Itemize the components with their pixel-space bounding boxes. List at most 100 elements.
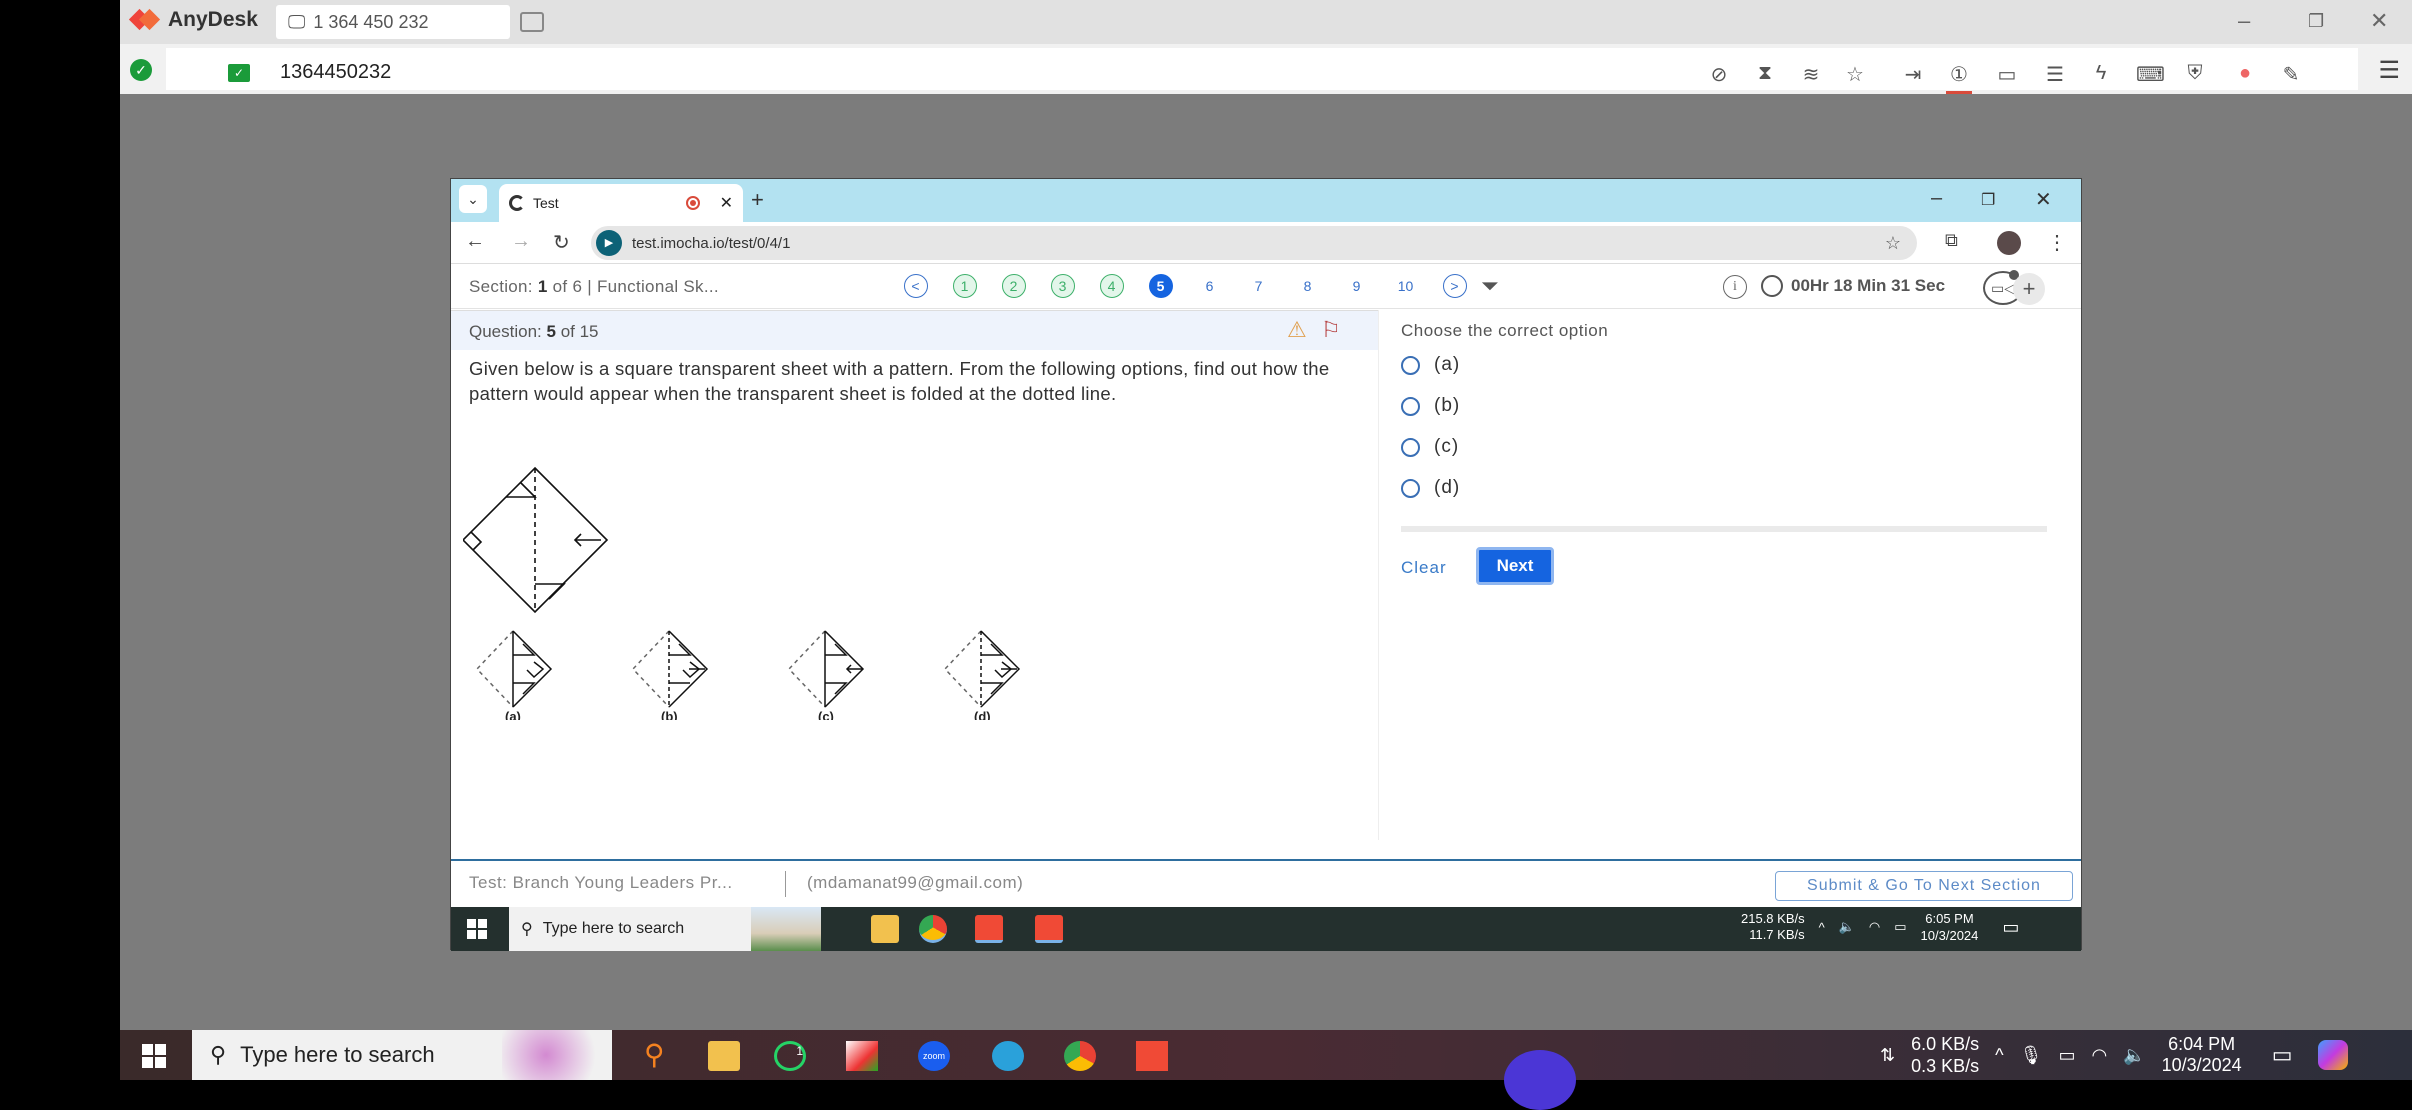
anydesk-taskbar-icon[interactable] <box>1136 1041 1168 1071</box>
bookmark-star-icon[interactable]: ☆ <box>1885 233 1901 254</box>
browser-menu-icon[interactable]: ⋮ <box>2047 230 2067 255</box>
chat-icon[interactable]: ☰ <box>2042 62 2068 87</box>
report-warning-icon[interactable]: ⚠ <box>1287 317 1307 343</box>
next-question-button[interactable]: > <box>1430 273 1479 299</box>
option-d[interactable]: (d) <box>1401 477 1460 499</box>
option-b[interactable]: (b) <box>1401 395 1460 417</box>
star-icon[interactable]: ☆ <box>1842 62 1868 87</box>
battery-icon[interactable]: ▭ <box>1894 919 1906 935</box>
option-c[interactable]: (c) <box>1401 436 1459 458</box>
pen-icon[interactable]: ✎ <box>2278 62 2304 87</box>
minimize-button[interactable]: – <box>2238 8 2250 34</box>
radio-d[interactable] <box>1401 478 1420 498</box>
display-icon[interactable]: ▭ <box>1994 62 2020 87</box>
browser-close-button[interactable]: ✕ <box>2035 187 2052 212</box>
file-explorer-icon[interactable] <box>871 915 899 943</box>
microphone-icon[interactable]: 🎙 <box>2020 1045 2043 1066</box>
site-info-icon[interactable]: ▶ <box>596 230 622 256</box>
wifi-icon[interactable]: ◠ <box>2091 1045 2107 1066</box>
flag-question-icon[interactable]: ⚐ <box>1321 317 1341 343</box>
option-a[interactable]: (a) <box>1401 354 1460 376</box>
anydesk-taskbar-icon[interactable] <box>975 915 1003 943</box>
whatsapp-icon[interactable]: 1 <box>774 1041 806 1071</box>
browser-minimize-button[interactable]: – <box>1931 187 1942 210</box>
remote-clock[interactable]: 6:05 PM 10/3/2024 <box>1921 910 1979 944</box>
profile-avatar[interactable] <box>1997 231 2021 255</box>
tab-search-dropdown[interactable]: ⌄ <box>459 185 487 213</box>
question-nav-item[interactable]: 7 <box>1234 273 1283 299</box>
windows-start-icon[interactable] <box>142 1044 166 1068</box>
privacy-icon[interactable]: ⊘ <box>1706 62 1732 87</box>
stopwatch-icon <box>1761 275 1783 297</box>
new-tab-button[interactable]: + <box>751 187 764 213</box>
battery-icon[interactable]: ▭ <box>2058 1045 2075 1066</box>
database-icon[interactable]: ≋ <box>1798 62 1824 87</box>
record-icon[interactable]: ● <box>2232 62 2258 85</box>
info-icon[interactable]: i <box>1723 275 1747 299</box>
new-session-button[interactable] <box>520 12 544 32</box>
hamburger-menu-icon[interactable]: ☰ <box>2378 56 2400 85</box>
back-icon[interactable]: ← <box>465 230 485 253</box>
remote-date: 10/3/2024 <box>1920 928 1979 943</box>
question-nav-item[interactable]: 10 <box>1381 273 1430 299</box>
address-bar[interactable]: ▶ test.imocha.io/test/0/4/1 ☆ <box>591 226 1917 260</box>
lightning-icon[interactable]: ϟ <box>2088 62 2114 85</box>
question-navigator: <1 2 3 4 5 6 7 8 9 10 > ⏷ <box>891 273 1499 299</box>
forward-icon[interactable]: → <box>511 230 531 253</box>
anydesk-taskbar-icon-2[interactable] <box>1035 915 1063 943</box>
extensions-icon[interactable]: ⧉ <box>1945 230 1958 251</box>
notifications-icon[interactable]: ▭ <box>2002 917 2019 938</box>
close-tab-icon[interactable]: ✕ <box>720 193 733 213</box>
telegram-icon[interactable] <box>992 1041 1024 1071</box>
floating-bubble[interactable] <box>1504 1050 1576 1110</box>
prev-question-button[interactable]: < <box>891 273 940 299</box>
radio-c[interactable] <box>1401 437 1420 457</box>
windows-start-icon[interactable] <box>467 919 487 939</box>
option-a-figure <box>475 630 553 708</box>
copilot-icon[interactable] <box>2318 1040 2349 1070</box>
tray-chevron-icon[interactable]: ^ <box>1995 1045 2003 1066</box>
question-nav-item[interactable]: 4 <box>1087 273 1136 299</box>
radio-b[interactable] <box>1401 396 1420 416</box>
question-nav-item[interactable]: 9 <box>1332 273 1381 299</box>
file-explorer-icon[interactable] <box>708 1041 740 1071</box>
question-nav-item[interactable]: 8 <box>1283 273 1332 299</box>
next-button[interactable]: Next <box>1476 547 1554 585</box>
volume-icon[interactable]: 🔈 <box>1839 919 1855 935</box>
reload-icon[interactable]: ↻ <box>553 230 570 255</box>
zoom-icon[interactable]: zoom <box>918 1041 950 1071</box>
local-search-box[interactable]: ⚲ Type here to search <box>192 1030 612 1080</box>
hourglass-icon[interactable]: ⧗ <box>1752 62 1778 85</box>
file-transfer-icon[interactable]: ⇥ <box>1900 62 1926 87</box>
volume-icon[interactable]: 🔈 <box>2123 1045 2145 1066</box>
remote-net-up: 11.7 KB/s <box>1749 927 1805 942</box>
restore-button[interactable]: ❐ <box>2308 11 2324 32</box>
question-nav-item[interactable]: 6 <box>1185 273 1234 299</box>
question-nav-item[interactable]: 2 <box>989 273 1038 299</box>
monitor-1-icon[interactable]: ① <box>1946 62 1972 94</box>
anydesk-session-tab[interactable]: 🖵 1 364 450 232 <box>276 5 510 39</box>
tray-chevron-icon[interactable]: ^ <box>1819 920 1825 935</box>
local-clock[interactable]: 6:04 PM 10/3/2024 <box>2162 1034 2242 1076</box>
radio-a[interactable] <box>1401 355 1420 375</box>
expand-plus-button[interactable]: + <box>2013 273 2045 305</box>
question-nav-item[interactable]: 1 <box>940 273 989 299</box>
clear-button[interactable]: Clear <box>1401 558 1447 578</box>
question-nav-item[interactable]: 5 <box>1136 273 1185 299</box>
shield-icon[interactable]: ⛨ <box>2182 62 2208 85</box>
chrome-icon[interactable] <box>1064 1041 1096 1071</box>
close-button[interactable]: ✕ <box>2370 8 2388 34</box>
keyboard-icon[interactable]: ⌨ <box>2136 62 2165 87</box>
remote-search-box[interactable]: ⚲ Type here to search <box>509 907 821 951</box>
browser-tab[interactable]: Test ✕ <box>499 184 743 222</box>
wifi-icon[interactable]: ◠ <box>1869 919 1880 935</box>
browser-restore-button[interactable]: ❐ <box>1981 190 1995 210</box>
submit-section-button[interactable]: Submit & Go To Next Section <box>1775 871 2073 901</box>
question-nav-item[interactable]: 3 <box>1038 273 1087 299</box>
question-current: 5 <box>546 322 556 341</box>
search-app-icon[interactable]: ⚲ <box>644 1038 676 1070</box>
notifications-icon[interactable]: ▭ <box>2272 1042 2293 1068</box>
photo-app-icon[interactable] <box>846 1041 878 1071</box>
chrome-icon[interactable] <box>919 915 947 943</box>
filter-icon[interactable]: ⏷ <box>1481 273 1499 299</box>
